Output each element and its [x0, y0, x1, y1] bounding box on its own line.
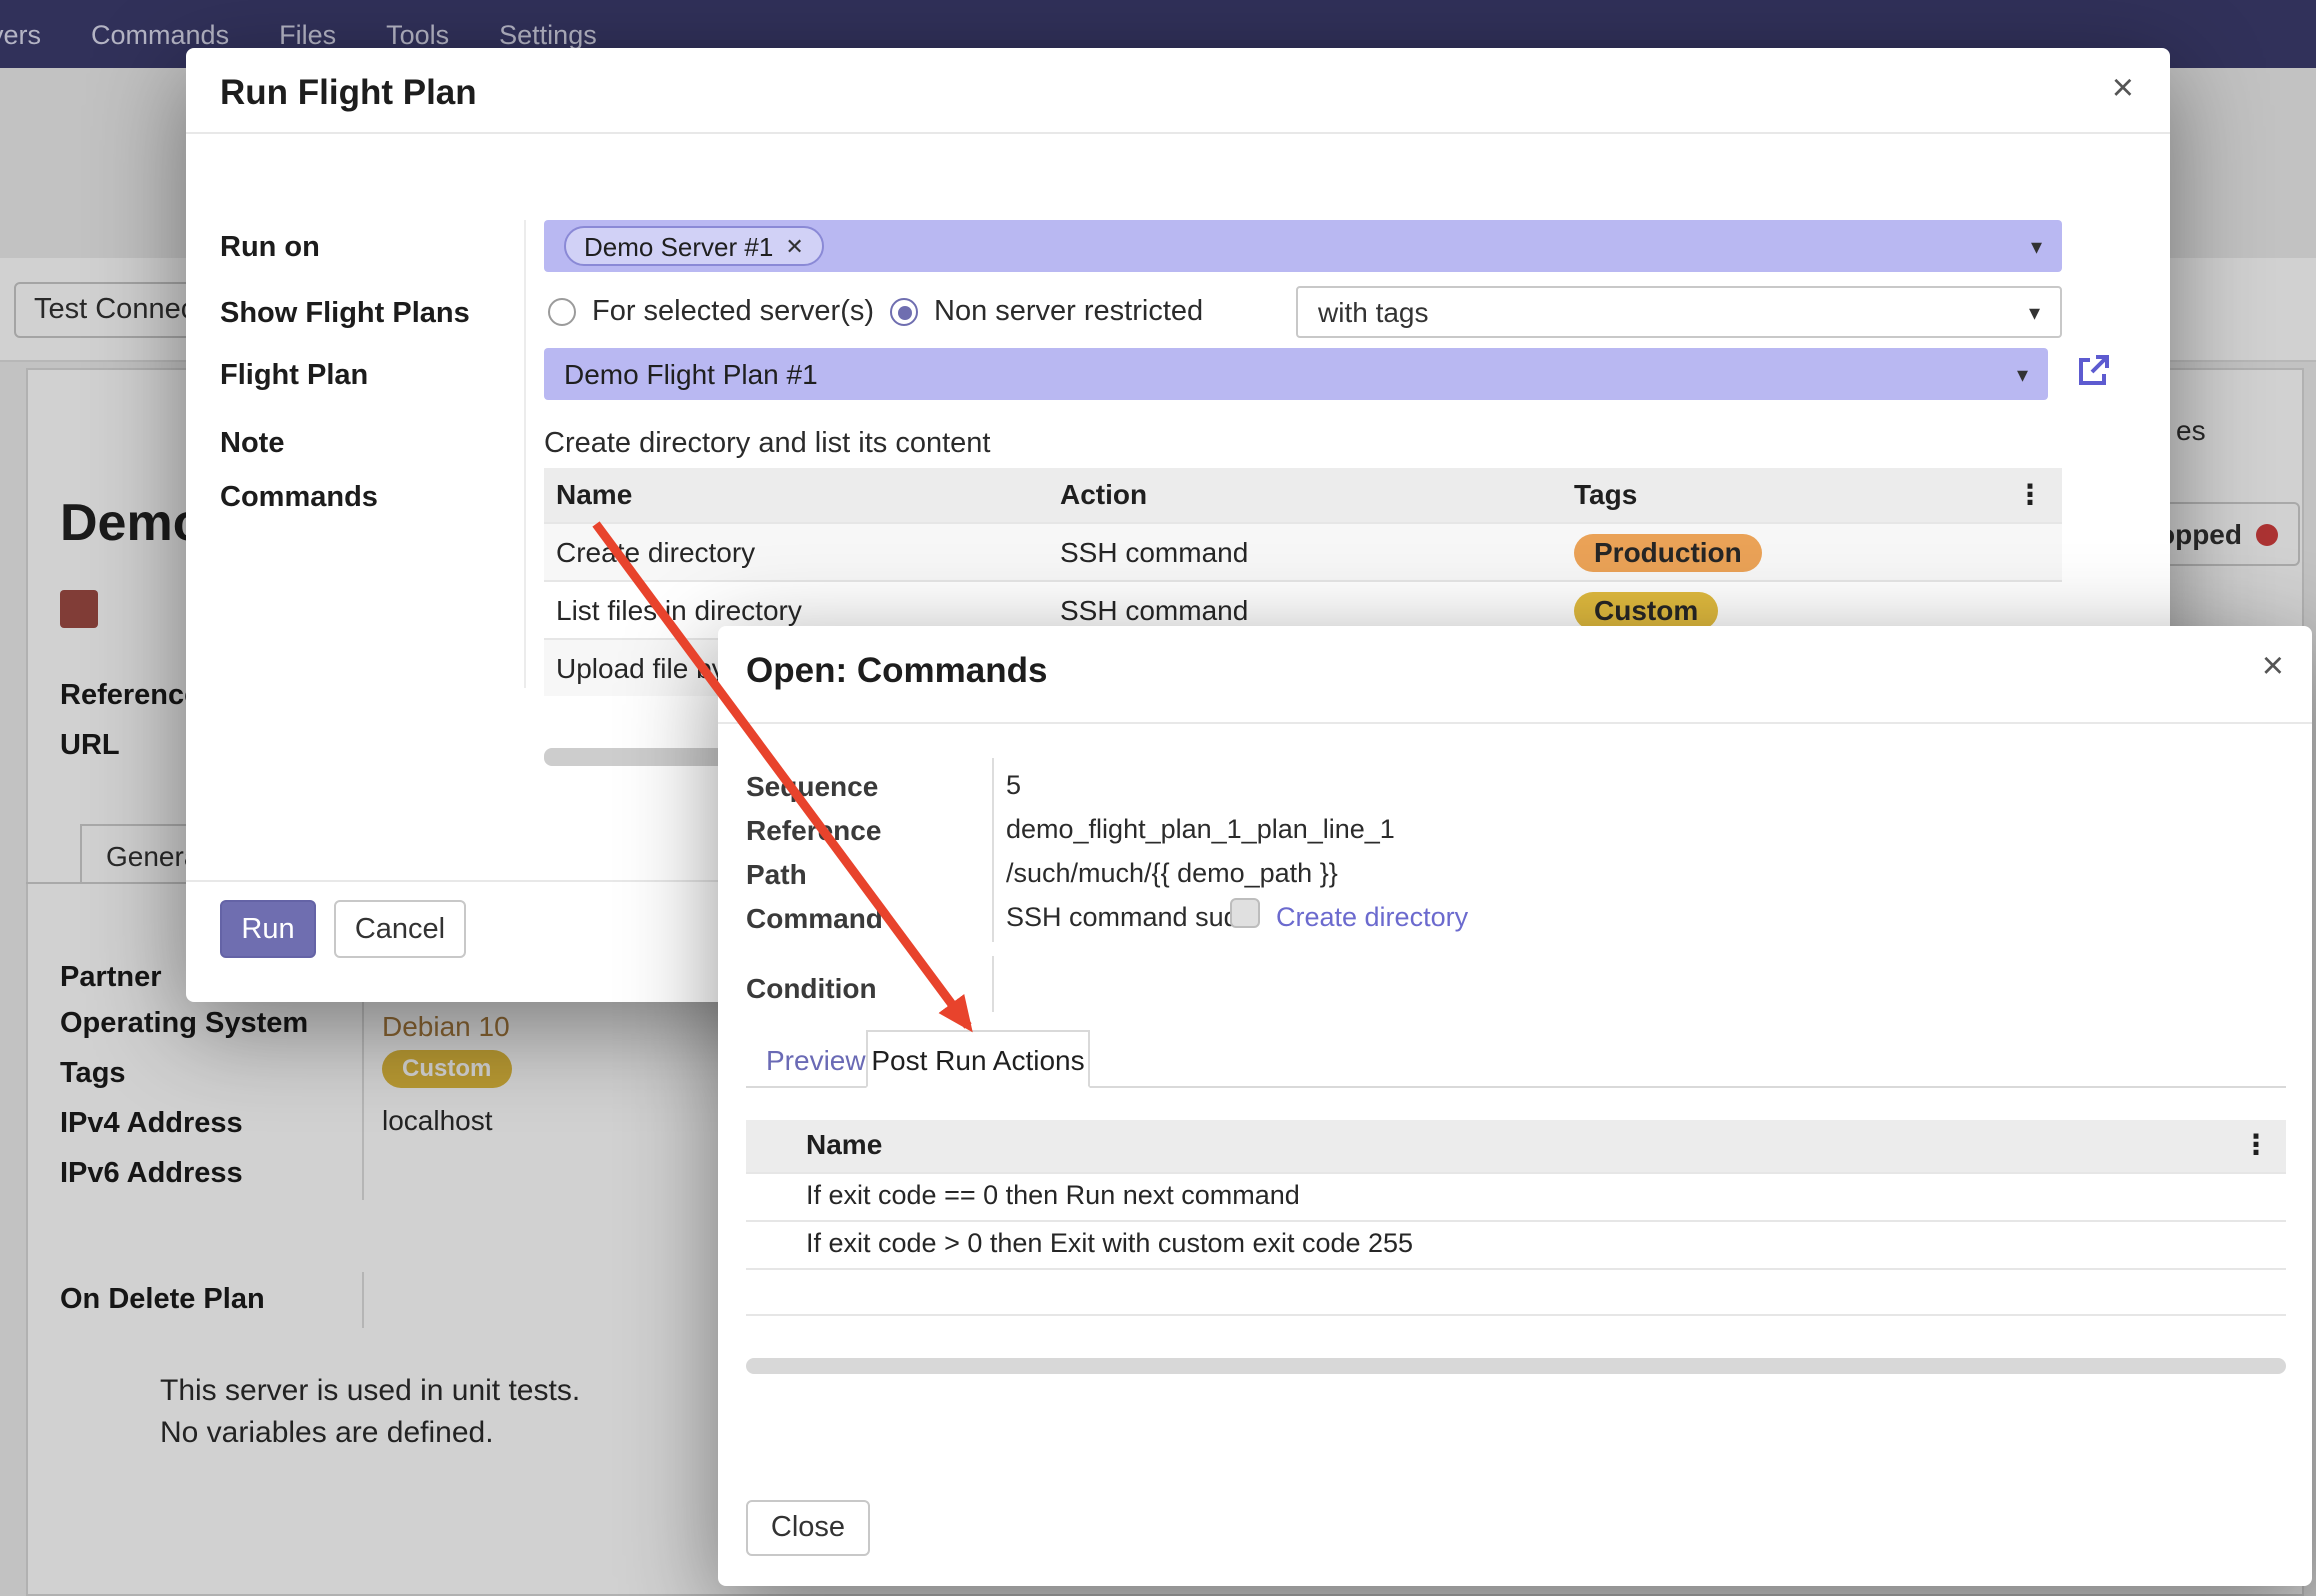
external-link-icon[interactable]	[2074, 352, 2112, 390]
table-row-empty	[746, 1268, 2286, 1316]
close-icon[interactable]: ×	[2262, 648, 2284, 686]
sequence-value: 5	[1006, 766, 1021, 804]
column-header-name[interactable]: Name	[556, 478, 632, 510]
radio-non-server-restricted[interactable]	[890, 298, 918, 326]
tab-post-run-actions-label: Post Run Actions	[871, 1043, 1084, 1075]
server-chip: Demo Server #1 ✕	[564, 226, 824, 266]
command-checkbox[interactable]	[1230, 898, 1260, 928]
sequence-label: Sequence	[746, 766, 878, 806]
table-row[interactable]: If exit code == 0 then Run next command	[746, 1172, 2286, 1220]
close-icon[interactable]: ×	[2112, 70, 2134, 108]
modal-title: Run Flight Plan	[220, 72, 477, 114]
header-divider	[718, 722, 2312, 724]
condition-label: Condition	[746, 968, 877, 1008]
chevron-down-icon: ▾	[2031, 233, 2042, 259]
flight-plan-value: Demo Flight Plan #1	[564, 358, 818, 390]
server-chip-label: Demo Server #1	[584, 231, 773, 261]
create-directory-link[interactable]: Create directory	[1276, 898, 1468, 936]
tag-badge-production: Production	[1574, 534, 1762, 572]
run-on-label: Run on	[220, 228, 320, 268]
header-divider	[186, 132, 2170, 134]
with-tags-value: with tags	[1318, 296, 1429, 328]
tab-preview[interactable]: Preview	[766, 1044, 866, 1076]
run-button[interactable]: Run	[220, 900, 316, 958]
chip-remove-icon[interactable]: ✕	[785, 233, 803, 259]
table-row[interactable]: Create directory SSH command Production	[544, 522, 2062, 580]
with-tags-dropdown[interactable]: with tags ▾	[1296, 286, 2062, 338]
commands-label: Commands	[220, 478, 378, 518]
radio-non-server-restricted-label[interactable]: Non server restricted	[934, 292, 1203, 332]
label-column-divider	[992, 758, 994, 942]
radio-selected-servers[interactable]	[548, 298, 576, 326]
cell-name: Upload file by	[556, 652, 726, 684]
actions-table-header: Name ⋮	[746, 1120, 2286, 1172]
reference-value: demo_flight_plan_1_plan_line_1	[1006, 810, 1395, 848]
column-header-tags[interactable]: Tags	[1574, 478, 1637, 510]
close-button[interactable]: Close	[746, 1500, 870, 1556]
chevron-down-icon: ▾	[2017, 361, 2028, 387]
column-header-action[interactable]: Action	[1060, 478, 1147, 510]
show-flight-plans-label: Show Flight Plans	[220, 294, 470, 334]
note-value: Create directory and list its content	[544, 424, 991, 464]
tag-badge-custom: Custom	[1574, 592, 1718, 630]
run-on-multiselect[interactable]: Demo Server #1 ✕ ▾	[544, 220, 2062, 272]
path-value: /such/much/{{ demo_path }}	[1006, 854, 1338, 892]
table-row[interactable]: If exit code > 0 then Exit with custom e…	[746, 1220, 2286, 1268]
flight-plan-select[interactable]: Demo Flight Plan #1 ▾	[544, 348, 2048, 400]
tab-post-run-actions[interactable]: Post Run Actions	[866, 1030, 1090, 1088]
command-value: SSH command sudo	[1006, 898, 1254, 936]
column-header-name[interactable]: Name	[806, 1128, 882, 1160]
run-button-label: Run	[241, 913, 294, 945]
radio-selected-servers-label[interactable]: For selected server(s)	[592, 292, 874, 332]
reference-label: Reference	[746, 810, 881, 850]
kebab-menu-icon[interactable]: ⋮	[2016, 478, 2044, 510]
horizontal-scrollbar[interactable]	[746, 1358, 2286, 1374]
path-label: Path	[746, 854, 807, 894]
open-commands-modal: Open: Commands × Sequence Reference Path…	[718, 626, 2312, 1586]
flight-plan-label: Flight Plan	[220, 356, 368, 396]
cell-name: List files in directory	[556, 594, 802, 626]
cell-name: Create directory	[556, 536, 755, 568]
cell-action-name: If exit code > 0 then Exit with custom e…	[806, 1228, 1413, 1258]
close-button-label: Close	[771, 1512, 845, 1544]
label-column-divider	[992, 956, 994, 1012]
app-root: Servers Commands Files Tools Settings Te…	[0, 0, 2316, 1596]
chevron-down-icon: ▾	[2029, 299, 2040, 325]
label-column-divider	[524, 220, 526, 688]
cancel-button[interactable]: Cancel	[334, 900, 466, 958]
cell-action: SSH command	[1060, 594, 1248, 626]
kebab-menu-icon[interactable]: ⋮	[2242, 1128, 2270, 1160]
modal-title: Open: Commands	[746, 650, 1047, 692]
cancel-button-label: Cancel	[355, 913, 445, 945]
command-label: Command	[746, 898, 883, 938]
note-label: Note	[220, 424, 284, 464]
cell-action: SSH command	[1060, 536, 1248, 568]
commands-table-header: Name Action Tags ⋮	[544, 468, 2062, 522]
cell-action-name: If exit code == 0 then Run next command	[806, 1180, 1300, 1210]
